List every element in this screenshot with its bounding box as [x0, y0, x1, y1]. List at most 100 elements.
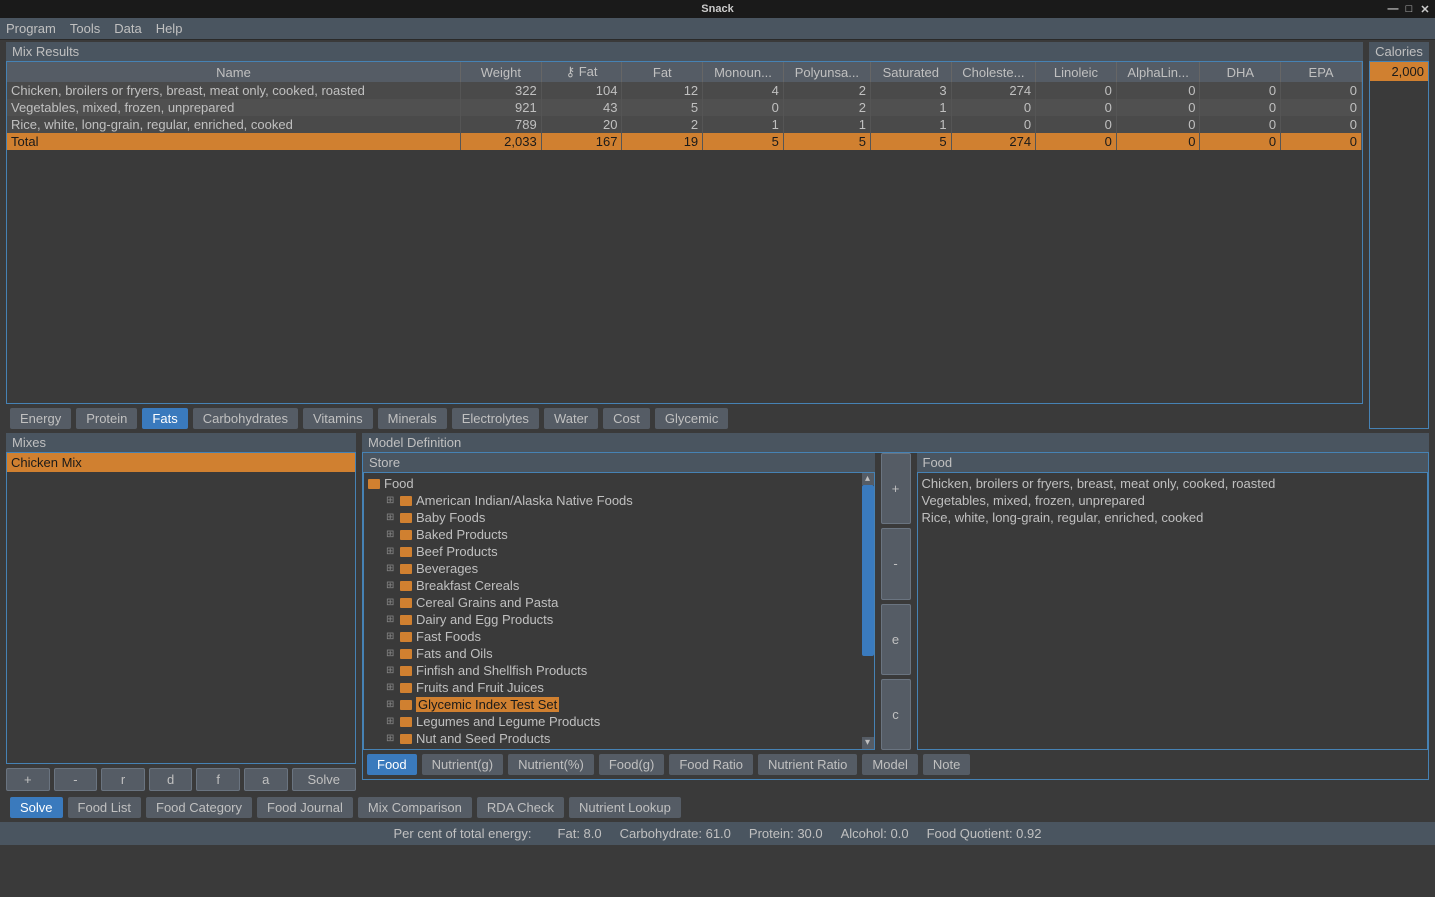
mix-button-a[interactable]: a — [244, 768, 288, 791]
tab-protein[interactable]: Protein — [76, 408, 137, 429]
tree-node[interactable]: ⊞Fast Foods — [364, 628, 874, 645]
menu-tools[interactable]: Tools — [70, 21, 100, 36]
table-row[interactable]: Vegetables, mixed, frozen, unprepared921… — [7, 99, 1362, 116]
mix-button-d[interactable]: d — [149, 768, 193, 791]
store-button-c[interactable]: c — [881, 679, 911, 750]
minimize-icon[interactable]: — — [1387, 3, 1399, 15]
tree-toggle-icon[interactable]: ⊞ — [386, 546, 396, 557]
mix-button-r[interactable]: r — [101, 768, 145, 791]
tree-node[interactable]: ⊞Glycemic Index Test Set — [364, 696, 874, 713]
column-header[interactable]: Name — [7, 62, 461, 82]
tree-node[interactable]: ⊞Dairy and Egg Products — [364, 611, 874, 628]
tree-toggle-icon[interactable]: ⊞ — [386, 648, 396, 659]
tab-energy[interactable]: Energy — [10, 408, 71, 429]
tree-toggle-icon[interactable]: ⊞ — [386, 529, 396, 540]
mix-button-+[interactable]: + — [6, 768, 50, 791]
tab-mix-comparison[interactable]: Mix Comparison — [358, 797, 472, 818]
column-header[interactable]: Monoun... — [703, 62, 784, 82]
table-row[interactable]: Chicken, broilers or fryers, breast, mea… — [7, 82, 1362, 99]
mixes-list[interactable]: Chicken Mix — [6, 452, 356, 764]
tree-toggle-icon[interactable]: ⊞ — [386, 563, 396, 574]
list-item[interactable]: Rice, white, long-grain, regular, enrich… — [922, 509, 1424, 526]
store-button--[interactable]: - — [881, 528, 911, 599]
tab-food[interactable]: Food — [367, 754, 417, 775]
menu-help[interactable]: Help — [156, 21, 183, 36]
tab-food-ratio[interactable]: Food Ratio — [669, 754, 753, 775]
mix-button--[interactable]: - — [54, 768, 98, 791]
tab-nutrient-lookup[interactable]: Nutrient Lookup — [569, 797, 681, 818]
tab-cost[interactable]: Cost — [603, 408, 650, 429]
tree-toggle-icon[interactable]: ⊞ — [386, 495, 396, 506]
tab-rda-check[interactable]: RDA Check — [477, 797, 564, 818]
tree-toggle-icon[interactable]: ⊞ — [386, 580, 396, 591]
tree-toggle-icon[interactable]: ⊞ — [386, 665, 396, 676]
tree-node[interactable]: ⊞Baked Products — [364, 526, 874, 543]
tab-solve[interactable]: Solve — [10, 797, 63, 818]
column-header[interactable]: Polyunsa... — [783, 62, 870, 82]
tree-toggle-icon[interactable]: ⊞ — [386, 716, 396, 727]
tree-toggle-icon[interactable]: ⊞ — [386, 512, 396, 523]
tree-node[interactable]: ⊞Beef Products — [364, 543, 874, 560]
tab-electrolytes[interactable]: Electrolytes — [452, 408, 539, 429]
tab-nutrient-[interactable]: Nutrient(%) — [508, 754, 594, 775]
menu-data[interactable]: Data — [114, 21, 141, 36]
tab-model[interactable]: Model — [862, 754, 917, 775]
column-header[interactable]: Weight — [461, 62, 542, 82]
tree-toggle-icon[interactable]: ⊞ — [386, 699, 396, 710]
tab-minerals[interactable]: Minerals — [378, 408, 447, 429]
maximize-icon[interactable]: □ — [1403, 3, 1415, 15]
tab-food-list[interactable]: Food List — [68, 797, 141, 818]
tab-vitamins[interactable]: Vitamins — [303, 408, 373, 429]
store-scrollbar[interactable]: ▴ ▾ — [862, 473, 874, 749]
tree-node[interactable]: ⊞Fats and Oils — [364, 645, 874, 662]
column-header[interactable]: Saturated — [870, 62, 951, 82]
tree-node[interactable]: ⊞Legumes and Legume Products — [364, 713, 874, 730]
close-icon[interactable]: ✕ — [1419, 3, 1431, 15]
list-item[interactable]: Chicken, broilers or fryers, breast, mea… — [922, 475, 1424, 492]
tab-food-journal[interactable]: Food Journal — [257, 797, 353, 818]
tab-note[interactable]: Note — [923, 754, 970, 775]
tree-node[interactable]: ⊞Finfish and Shellfish Products — [364, 662, 874, 679]
tree-toggle-icon[interactable]: ⊞ — [386, 631, 396, 642]
food-list[interactable]: Chicken, broilers or fryers, breast, mea… — [917, 472, 1429, 750]
mix-button-f[interactable]: f — [196, 768, 240, 791]
column-header[interactable]: AlphaLin... — [1116, 62, 1200, 82]
tab-nutrient-g-[interactable]: Nutrient(g) — [422, 754, 503, 775]
tab-glycemic[interactable]: Glycemic — [655, 408, 728, 429]
list-item[interactable]: Vegetables, mixed, frozen, unprepared — [922, 492, 1424, 509]
tree-toggle-icon[interactable]: ⊞ — [386, 614, 396, 625]
store-button-e[interactable]: e — [881, 604, 911, 675]
tree-node[interactable]: ⊞American Indian/Alaska Native Foods — [364, 492, 874, 509]
tab-food-category[interactable]: Food Category — [146, 797, 252, 818]
tree-toggle-icon[interactable]: ⊞ — [386, 733, 396, 744]
column-header[interactable]: Choleste... — [951, 62, 1035, 82]
column-header[interactable]: ⚷ Fat — [541, 62, 622, 82]
mix-button-solve[interactable]: Solve — [292, 768, 356, 791]
scroll-up-icon[interactable]: ▴ — [862, 473, 874, 485]
tree-node[interactable]: ⊞Baby Foods — [364, 509, 874, 526]
table-row[interactable]: Rice, white, long-grain, regular, enrich… — [7, 116, 1362, 133]
column-header[interactable]: Fat — [622, 62, 703, 82]
list-item[interactable]: Chicken Mix — [7, 453, 355, 472]
tab-nutrient-ratio[interactable]: Nutrient Ratio — [758, 754, 857, 775]
store-button-+[interactable]: + — [881, 453, 911, 524]
column-header[interactable]: DHA — [1200, 62, 1281, 82]
scroll-down-icon[interactable]: ▾ — [862, 737, 874, 749]
menu-program[interactable]: Program — [6, 21, 56, 36]
scroll-thumb[interactable] — [862, 485, 874, 656]
tree-node[interactable]: ⊞Cereal Grains and Pasta — [364, 594, 874, 611]
tab-carbohydrates[interactable]: Carbohydrates — [193, 408, 298, 429]
tree-node-root[interactable]: Food — [364, 475, 874, 492]
tree-node[interactable]: ⊞Breakfast Cereals — [364, 577, 874, 594]
tree-toggle-icon[interactable]: ⊞ — [386, 682, 396, 693]
tab-fats[interactable]: Fats — [142, 408, 187, 429]
tree-node[interactable]: ⊞Fruits and Fruit Juices — [364, 679, 874, 696]
store-tree[interactable]: Food⊞American Indian/Alaska Native Foods… — [364, 473, 874, 749]
tree-node[interactable]: ⊞Nut and Seed Products — [364, 730, 874, 747]
column-header[interactable]: Linoleic — [1036, 62, 1117, 82]
column-header[interactable]: EPA — [1281, 62, 1362, 82]
tab-food-g-[interactable]: Food(g) — [599, 754, 665, 775]
tree-node[interactable]: ⊞Beverages — [364, 560, 874, 577]
tab-water[interactable]: Water — [544, 408, 598, 429]
tree-toggle-icon[interactable]: ⊞ — [386, 597, 396, 608]
